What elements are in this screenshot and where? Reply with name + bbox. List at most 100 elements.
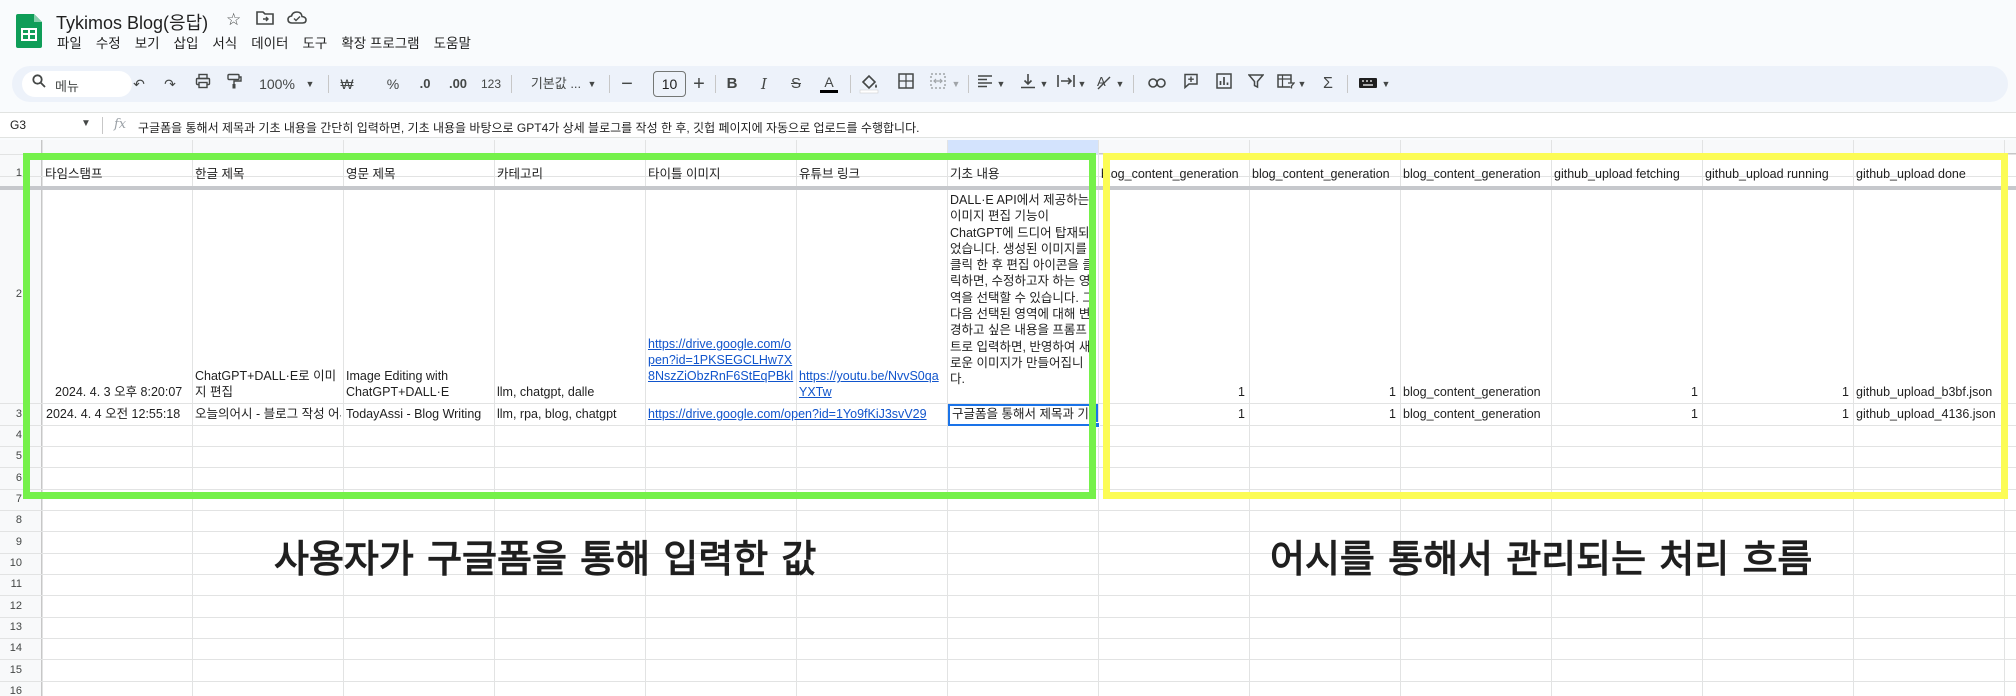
row-number[interactable]: 16 [0, 685, 22, 696]
undo-icon[interactable]: ↶ [130, 73, 148, 95]
menu-search-placeholder: 메뉴 [55, 79, 79, 94]
more-formats-button[interactable]: 123 [476, 73, 506, 95]
print-icon[interactable] [193, 73, 213, 95]
row-number[interactable]: 2 [0, 288, 22, 300]
row-number[interactable]: 6 [0, 472, 22, 484]
insert-comment-icon[interactable] [1181, 73, 1201, 95]
decrease-font-size-icon[interactable]: − [618, 73, 636, 95]
input-tools-dropdown-icon[interactable]: ▼ [1380, 73, 1392, 95]
user-input-highlight-box [23, 153, 1096, 499]
menu-insert[interactable]: 삽입 [167, 35, 206, 53]
text-wrapping-dropdown-icon[interactable]: ▼ [1076, 73, 1088, 95]
toolbar-divider [1133, 75, 1134, 93]
annotation-user-input: 사용자가 구글폼을 통해 입력한 값 [274, 537, 817, 581]
toolbar-divider [850, 75, 851, 93]
vertical-align-dropdown-icon[interactable]: ▼ [1038, 73, 1050, 95]
insert-link-icon[interactable] [1147, 73, 1167, 95]
fx-icon: fx [114, 117, 127, 132]
search-icon [32, 74, 46, 92]
menu-bar: 파일 수정 보기 삽입 서식 데이터 도구 확장 프로그램 도움말 [50, 35, 478, 53]
font-size-input[interactable]: 10 [653, 71, 686, 97]
menu-data[interactable]: 데이터 [244, 35, 295, 53]
font-family-select[interactable]: 기본값 ... [520, 73, 592, 95]
toolbar-divider [609, 75, 610, 93]
row-number[interactable]: 9 [0, 536, 22, 548]
filter-views-dropdown-icon[interactable]: ▼ [1296, 73, 1308, 95]
menu-view[interactable]: 보기 [128, 35, 167, 53]
grid-line [1098, 140, 1099, 696]
row-number[interactable]: 1 [0, 167, 22, 179]
menu-format[interactable]: 서식 [205, 35, 244, 53]
text-wrapping-icon[interactable] [1056, 73, 1076, 95]
paint-format-icon[interactable] [224, 73, 244, 95]
grid-line [0, 638, 2016, 639]
increase-decimal-button[interactable]: .00 [444, 73, 472, 95]
text-rotation-icon[interactable]: A [1094, 73, 1114, 97]
row-number[interactable]: 3 [0, 408, 22, 420]
row-number[interactable]: 4 [0, 429, 22, 441]
merge-dropdown-icon[interactable]: ▼ [950, 73, 962, 95]
cloud-saved-icon[interactable] [287, 10, 307, 31]
insert-chart-icon[interactable] [1214, 73, 1234, 95]
formula-bar: G3 ▼ fx 구글폼을 통해서 제목과 기초 내용을 간단히 입력하면, 기초… [0, 112, 2016, 138]
svg-text:A: A [824, 74, 834, 90]
grid-line [0, 681, 2016, 682]
row-number[interactable]: 12 [0, 600, 22, 612]
menu-help[interactable]: 도움말 [427, 35, 478, 53]
zoom-dropdown-icon[interactable]: ▼ [304, 73, 316, 95]
bold-icon[interactable]: B [723, 73, 741, 95]
filter-icon[interactable] [1246, 73, 1266, 95]
grid-line [0, 659, 2016, 660]
menu-search[interactable]: 메뉴 [22, 71, 132, 97]
row-number[interactable]: 13 [0, 621, 22, 633]
row-number[interactable]: 5 [0, 450, 22, 462]
fill-color-icon[interactable] [858, 73, 880, 101]
menu-file[interactable]: 파일 [50, 35, 89, 53]
spreadsheet-app: Tykimos Blog(응답) ☆ 파일 수정 보기 삽입 서식 데이터 도구… [0, 0, 2016, 696]
merge-cells-icon[interactable] [928, 73, 948, 95]
strikethrough-icon[interactable]: S [787, 73, 805, 95]
horizontal-align-icon[interactable] [975, 73, 995, 95]
row-number[interactable]: 10 [0, 557, 22, 569]
toolbar-divider [511, 75, 512, 93]
name-box[interactable]: G3 [10, 118, 26, 132]
filter-views-icon[interactable] [1276, 73, 1296, 95]
decrease-decimal-button[interactable]: .0 [414, 73, 436, 95]
zoom-select[interactable]: 100% [255, 73, 299, 95]
menu-extensions[interactable]: 확장 프로그램 [334, 35, 426, 53]
row-number[interactable]: 11 [0, 578, 22, 590]
document-title[interactable]: Tykimos Blog(응답) [56, 9, 208, 35]
grid-line [0, 595, 2016, 596]
annotation-processing-flow: 어시를 통해서 관리되는 처리 흐름 [1270, 537, 1813, 581]
toolbar-divider [968, 75, 969, 93]
horizontal-align-dropdown-icon[interactable]: ▼ [995, 73, 1007, 95]
redo-icon[interactable]: ↷ [161, 73, 179, 95]
row-number[interactable]: 14 [0, 642, 22, 654]
input-tools-icon[interactable] [1356, 73, 1380, 95]
currency-format-button[interactable]: ₩ [338, 73, 356, 95]
grid-line [0, 510, 2016, 511]
row-number[interactable]: 8 [0, 514, 22, 526]
sheets-logo-icon[interactable] [16, 14, 42, 48]
formula-input[interactable]: 구글폼을 통해서 제목과 기초 내용을 간단히 입력하면, 기초 내용을 바탕으… [138, 119, 919, 136]
row-number[interactable]: 7 [0, 493, 22, 505]
italic-icon[interactable]: I [755, 73, 773, 95]
vertical-align-icon[interactable] [1018, 73, 1038, 95]
menu-tools[interactable]: 도구 [295, 35, 334, 53]
functions-icon[interactable]: Σ [1318, 73, 1338, 95]
row-number[interactable]: 15 [0, 664, 22, 676]
text-color-icon[interactable]: A [818, 73, 840, 101]
borders-icon[interactable] [896, 73, 916, 95]
formula-divider [102, 117, 103, 134]
move-to-folder-icon[interactable] [256, 10, 274, 31]
toolbar-divider [1347, 75, 1348, 93]
menu-edit[interactable]: 수정 [89, 35, 128, 53]
font-family-dropdown-icon[interactable]: ▼ [586, 73, 598, 95]
text-rotation-dropdown-icon[interactable]: ▼ [1114, 73, 1126, 95]
percent-format-button[interactable]: % [384, 73, 402, 95]
toolbar-divider [715, 75, 716, 93]
star-icon[interactable]: ☆ [226, 10, 241, 30]
processing-flow-highlight-box [1103, 153, 2008, 499]
name-box-dropdown-icon[interactable]: ▼ [81, 118, 91, 129]
increase-font-size-icon[interactable]: + [690, 73, 708, 95]
